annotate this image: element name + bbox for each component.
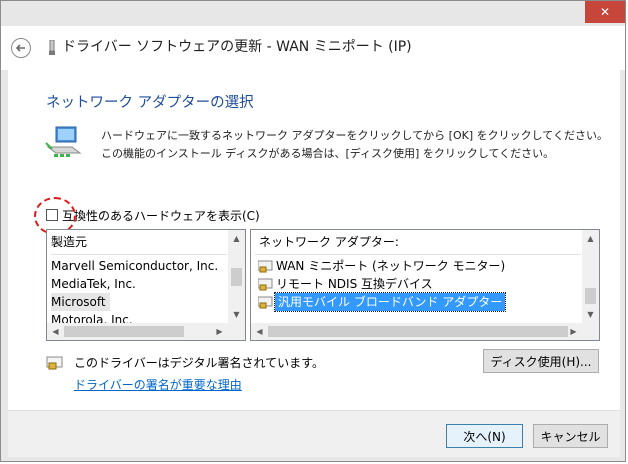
adapter-list[interactable]: ネットワーク アダプター: WAN ミニポート (ネットワーク モニター) リモ… bbox=[250, 229, 600, 341]
signature-info-link[interactable]: ドライバーの署名が重要な理由 bbox=[74, 376, 242, 393]
compatible-hardware-label: 互換性のあるハードウェアを表示(C) bbox=[62, 209, 260, 223]
manufacturer-item-selected[interactable]: Microsoft bbox=[51, 293, 110, 311]
adapter-driver-icon bbox=[258, 260, 273, 273]
scroll-right-icon[interactable]: ▶ bbox=[211, 323, 228, 340]
back-arrow-icon bbox=[15, 44, 25, 52]
instructions-text: ハードウェアに一致するネットワーク アダプターをクリックしてから [OK] をク… bbox=[101, 129, 608, 160]
page-heading: ネットワーク アダプターの選択 bbox=[46, 95, 254, 111]
manufacturer-list-header: 製造元 bbox=[51, 235, 88, 249]
adapter-driver-icon bbox=[258, 296, 273, 309]
scroll-thumb[interactable] bbox=[585, 288, 596, 304]
list-header-divider bbox=[255, 254, 581, 255]
adapter-list-header: ネットワーク アダプター: bbox=[259, 235, 399, 249]
manufacturer-item[interactable]: MediaTek, Inc. bbox=[51, 275, 136, 293]
signed-driver-icon bbox=[46, 356, 63, 370]
manufacturer-vertical-scrollbar[interactable]: ▲ ▼ bbox=[228, 230, 245, 323]
back-button[interactable] bbox=[11, 38, 31, 58]
scroll-thumb[interactable] bbox=[268, 326, 568, 337]
signature-status: このドライバーはデジタル署名されています。 bbox=[74, 356, 324, 370]
scroll-up-icon[interactable]: ▲ bbox=[582, 230, 599, 247]
adapter-driver-icon bbox=[258, 278, 273, 291]
next-button[interactable]: 次へ(N) bbox=[446, 424, 523, 448]
scroll-left-icon[interactable]: ◀ bbox=[251, 323, 268, 340]
manufacturer-horizontal-scrollbar[interactable]: ◀ ▶ bbox=[47, 323, 245, 340]
list-header-divider bbox=[51, 254, 227, 255]
wizard-title: ドライバー ソフトウェアの更新 - WAN ミニポート (IP) bbox=[62, 39, 412, 55]
manufacturer-list[interactable]: 製造元 Marvell Semiconductor, Inc. MediaTek… bbox=[46, 229, 246, 341]
adapter-item[interactable]: WAN ミニポート (ネットワーク モニター) bbox=[276, 257, 505, 275]
scroll-thumb[interactable] bbox=[231, 268, 242, 286]
adapter-horizontal-scrollbar[interactable]: ◀ ▶ bbox=[251, 323, 599, 340]
scroll-up-icon[interactable]: ▲ bbox=[228, 230, 245, 247]
adapter-item[interactable]: リモート NDIS 互換デバイス bbox=[276, 275, 433, 293]
scroll-down-icon[interactable]: ▼ bbox=[582, 306, 599, 323]
close-button[interactable]: ✕ bbox=[585, 1, 625, 23]
close-icon: ✕ bbox=[599, 5, 611, 19]
adapter-vertical-scrollbar[interactable]: ▲ ▼ bbox=[582, 230, 599, 323]
network-adapter-icon bbox=[45, 126, 82, 157]
cancel-button[interactable]: キャンセル bbox=[533, 424, 608, 448]
scroll-down-icon[interactable]: ▼ bbox=[228, 306, 245, 323]
adapter-item-selected[interactable]: 汎用モバイル ブロードバンド アダプター bbox=[273, 292, 507, 312]
manufacturer-item[interactable]: Marvell Semiconductor, Inc. bbox=[51, 257, 218, 275]
button-bar bbox=[8, 410, 620, 457]
have-disk-button[interactable]: ディスク使用(H)... bbox=[483, 349, 599, 373]
scroll-right-icon[interactable]: ▶ bbox=[565, 323, 582, 340]
scroll-thumb[interactable] bbox=[64, 326, 184, 337]
scroll-left-icon[interactable]: ◀ bbox=[47, 323, 64, 340]
usb-device-icon bbox=[49, 40, 55, 55]
